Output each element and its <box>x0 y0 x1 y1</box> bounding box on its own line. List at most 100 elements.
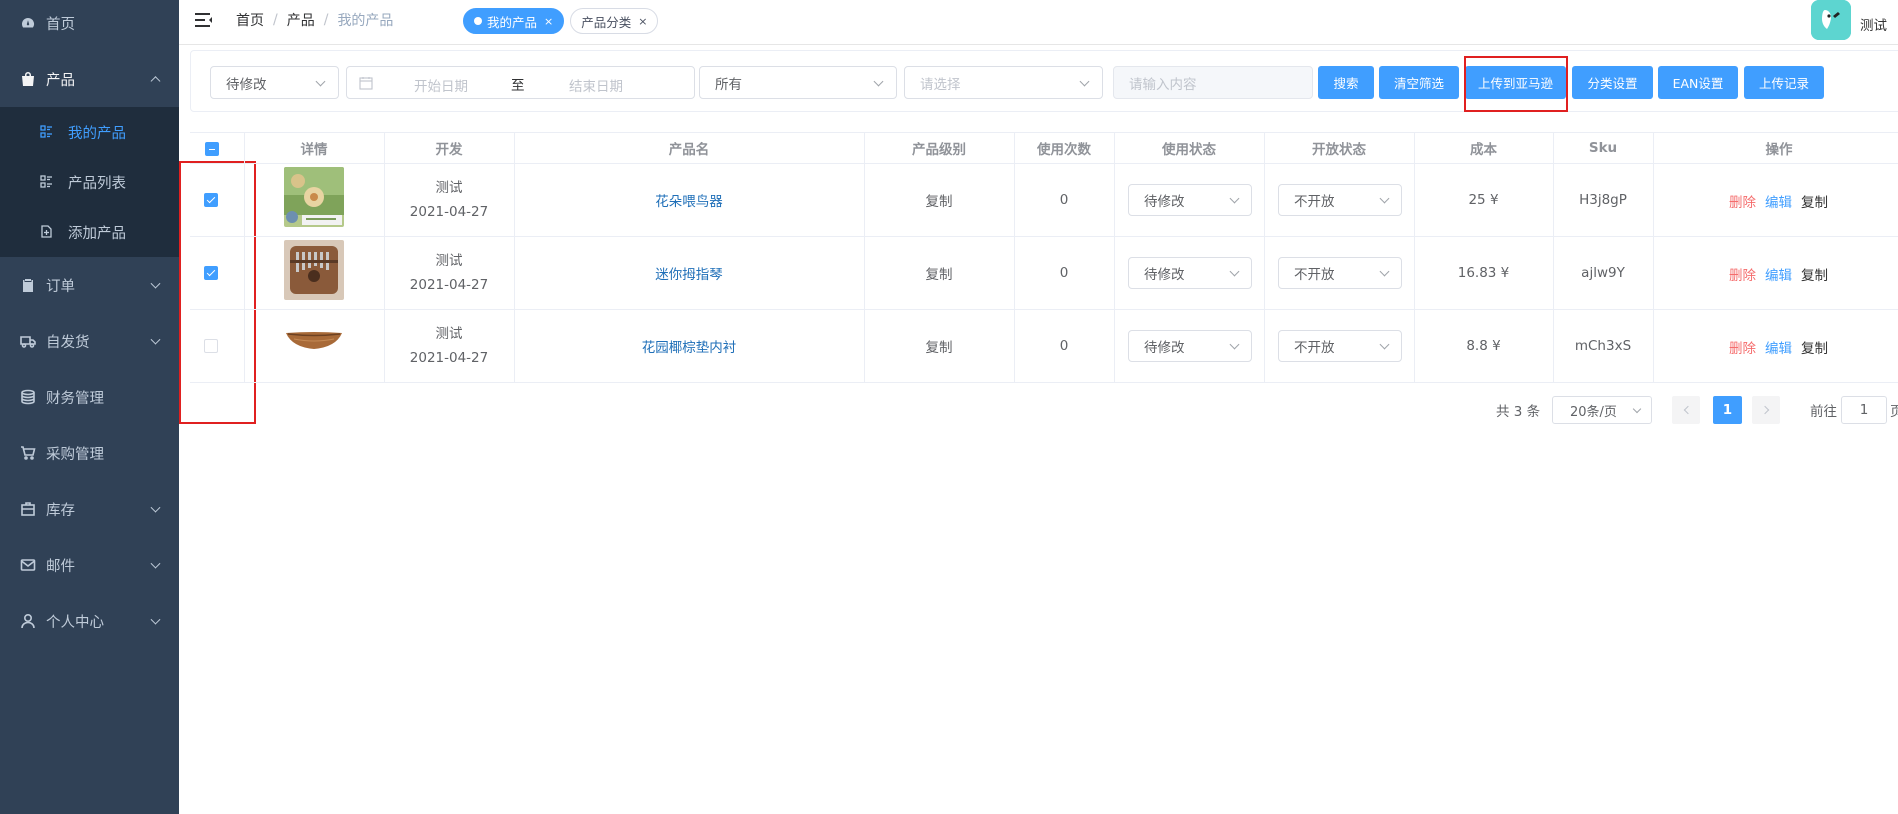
edit-link[interactable]: 编辑 <box>1765 191 1792 211</box>
delete-link[interactable]: 删除 <box>1729 337 1756 357</box>
category-select[interactable]: 请选择 <box>904 66 1103 99</box>
database-icon <box>19 388 37 406</box>
sidebar-item-finance[interactable]: 财务管理 <box>0 369 179 425</box>
inventory-box-icon <box>19 500 37 518</box>
delete-link[interactable]: 删除 <box>1729 264 1756 284</box>
column-header-developer: 开发 <box>435 142 463 158</box>
open-status-select[interactable]: 不开放 <box>1278 330 1402 362</box>
close-icon[interactable]: × <box>638 15 647 28</box>
truck-icon <box>19 332 37 350</box>
breadcrumb-products[interactable]: 产品 <box>287 10 315 30</box>
search-button[interactable]: 搜索 <box>1318 66 1374 99</box>
next-page-button[interactable] <box>1752 396 1780 424</box>
chevron-down-icon <box>1379 266 1390 277</box>
sidebar-item-home[interactable]: 首页 <box>0 0 179 51</box>
active-dot-icon <box>474 17 482 25</box>
date-end-input[interactable]: 结束日期 <box>569 75 623 95</box>
use-status-select[interactable]: 待修改 <box>1128 257 1252 289</box>
sidebar-item-product-list[interactable]: 产品列表 <box>0 157 179 207</box>
page-size-select[interactable]: 20条/页 <box>1552 396 1652 424</box>
sidebar-item-label: 财务管理 <box>46 390 104 407</box>
user-name[interactable]: 测试 <box>1860 14 1887 34</box>
upload-records-button[interactable]: 上传记录 <box>1744 66 1824 99</box>
select-all-checkbox[interactable] <box>205 142 219 156</box>
row-actions: 删除 编辑 复制 <box>1729 337 1828 357</box>
scope-select-value: 所有 <box>715 76 742 93</box>
product-image-coco-liner[interactable] <box>284 313 344 373</box>
open-status-select[interactable]: 不开放 <box>1278 257 1402 289</box>
product-image-kalimba[interactable] <box>284 240 344 300</box>
sidebar-item-self-shipping[interactable]: 自发货 <box>0 313 179 369</box>
delete-link[interactable]: 删除 <box>1729 191 1756 211</box>
product-name-link[interactable]: 花朵喂鸟器 <box>655 190 723 210</box>
sidebar-item-add-product[interactable]: 添加产品 <box>0 207 179 257</box>
sidebar-item-orders[interactable]: 订单 <box>0 257 179 313</box>
ean-settings-button[interactable]: EAN设置 <box>1658 66 1738 99</box>
list-icon <box>40 175 54 189</box>
category-settings-button[interactable]: 分类设置 <box>1572 66 1653 99</box>
column-header-usage-count: 使用次数 <box>1037 142 1091 158</box>
sidebar-item-products[interactable]: 产品 <box>0 51 179 107</box>
row-checkbox[interactable] <box>204 266 218 280</box>
goto-label: 前往 <box>1810 404 1837 420</box>
breadcrumb-separator: / <box>273 12 278 28</box>
use-status-value: 待修改 <box>1144 194 1185 210</box>
use-status-select[interactable]: 待修改 <box>1128 330 1252 362</box>
sidebar-item-my-products[interactable]: 我的产品 <box>0 107 179 157</box>
product-level: 复制 <box>925 340 953 356</box>
divider <box>179 44 1898 45</box>
add-document-icon <box>40 225 54 239</box>
open-status-select[interactable]: 不开放 <box>1278 184 1402 216</box>
sidebar-item-inventory[interactable]: 库存 <box>0 481 179 537</box>
use-status-value: 待修改 <box>1144 340 1185 356</box>
chevron-down-icon <box>1379 339 1390 350</box>
avatar[interactable] <box>1811 0 1851 40</box>
sidebar-item-purchasing[interactable]: 采购管理 <box>0 425 179 481</box>
copy-link[interactable]: 复制 <box>1801 337 1828 357</box>
row-checkbox[interactable] <box>204 339 218 353</box>
product-name-link[interactable]: 花园椰棕垫内衬 <box>642 336 737 356</box>
chevron-right-icon <box>1760 405 1769 415</box>
status-select[interactable]: 待修改 <box>210 66 339 99</box>
use-status-select[interactable]: 待修改 <box>1128 184 1252 216</box>
page-number-current[interactable]: 1 <box>1713 396 1742 424</box>
close-icon[interactable]: × <box>544 15 553 28</box>
prev-page-button[interactable] <box>1672 396 1700 424</box>
chevron-down-icon <box>1229 339 1240 350</box>
copy-link[interactable]: 复制 <box>1801 191 1828 211</box>
column-divider <box>244 132 245 382</box>
product-name-link[interactable]: 迷你拇指琴 <box>655 263 723 283</box>
tag-product-category[interactable]: 产品分类 × <box>570 8 659 34</box>
copy-link[interactable]: 复制 <box>1801 264 1828 284</box>
column-header-use-status: 使用状态 <box>1162 142 1216 158</box>
breadcrumb-separator: / <box>323 12 329 28</box>
sidebar-item-label: 库存 <box>46 502 75 519</box>
sidebar-item-label: 邮件 <box>46 558 75 575</box>
chevron-left-icon <box>1683 405 1692 415</box>
date-range-picker[interactable]: 开始日期 至 结束日期 <box>346 66 695 99</box>
tag-label: 我的产品 <box>487 14 538 30</box>
sidebar-item-profile[interactable]: 个人中心 <box>0 593 179 649</box>
open-status-value: 不开放 <box>1294 194 1335 210</box>
category-select-placeholder: 请选择 <box>920 76 961 93</box>
goto-page-input[interactable]: 1 <box>1841 396 1887 424</box>
date-start-input[interactable]: 开始日期 <box>414 75 468 95</box>
breadcrumb-home[interactable]: 首页 <box>236 10 264 30</box>
edit-link[interactable]: 编辑 <box>1765 264 1792 284</box>
hamburger-menu-icon[interactable] <box>194 11 214 29</box>
upload-to-amazon-button[interactable]: 上传到亚马逊 <box>1465 66 1566 99</box>
clear-filters-button[interactable]: 清空筛选 <box>1379 66 1459 99</box>
tag-my-products[interactable]: 我的产品 × <box>463 8 565 34</box>
chevron-down-icon <box>150 334 161 345</box>
search-input[interactable]: 请输入内容 <box>1113 66 1313 99</box>
open-status-value: 不开放 <box>1294 267 1335 283</box>
edit-link[interactable]: 编辑 <box>1765 337 1792 357</box>
developer-cell: 测试 2021-04-27 <box>384 237 514 309</box>
created-date: 2021-04-27 <box>409 277 489 293</box>
product-image-bird-feeder[interactable] <box>284 167 344 227</box>
clipboard-icon <box>19 276 37 294</box>
scope-select[interactable]: 所有 <box>699 66 897 99</box>
sidebar-item-mail[interactable]: 邮件 <box>0 537 179 593</box>
row-checkbox[interactable] <box>204 193 218 207</box>
sidebar-item-label: 订单 <box>46 278 75 295</box>
